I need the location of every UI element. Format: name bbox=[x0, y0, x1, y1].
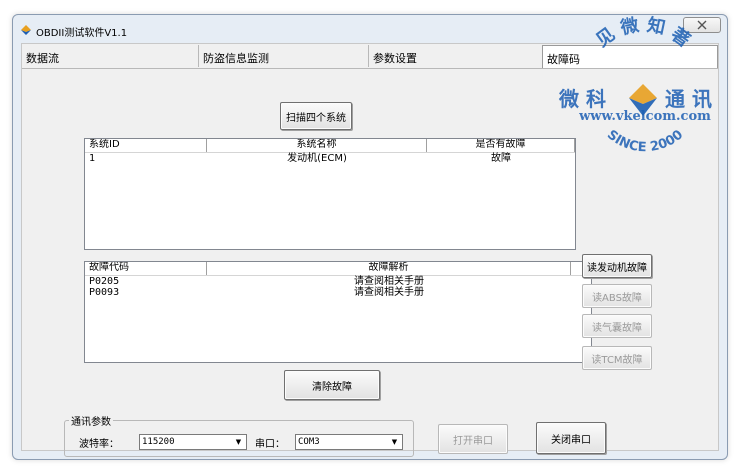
table-cell: P0093 bbox=[89, 287, 120, 298]
table-cell: 故障 bbox=[491, 153, 511, 164]
baud-rate-label: 波特率： bbox=[79, 439, 119, 450]
column-header[interactable]: 故障解析 bbox=[207, 262, 571, 275]
tab-parameter-settings[interactable]: 参数设置 bbox=[368, 45, 542, 67]
watermark-left-text: 微 科 bbox=[558, 87, 606, 111]
table-cell: P0205 bbox=[89, 276, 120, 287]
systems-table-header: 系统ID 系统名称 是否有故障 bbox=[85, 139, 575, 153]
chevron-down-icon[interactable]: ▼ bbox=[387, 435, 402, 449]
close-port-button[interactable]: 关闭串口 bbox=[536, 422, 606, 454]
table-cell: 请查阅相关手册 bbox=[354, 276, 424, 287]
table-cell: 请查阅相关手册 bbox=[354, 287, 424, 298]
scan-systems-button[interactable]: 扫描四个系统 bbox=[280, 102, 352, 130]
serial-port-label: 串口： bbox=[255, 439, 285, 450]
table-cell: 发动机(ECM) bbox=[287, 153, 347, 164]
chevron-down-icon[interactable]: ▼ bbox=[231, 435, 246, 449]
fault-codes-table-header: 故障代码 故障解析 bbox=[85, 262, 591, 276]
watermark-right-text: 通 讯 bbox=[665, 87, 712, 111]
clear-faults-button[interactable]: 清除故障 bbox=[284, 370, 380, 400]
table-row[interactable]: 1 发动机(ECM) 故障 bbox=[85, 153, 575, 164]
open-port-button[interactable]: 打开串口 bbox=[438, 424, 508, 454]
read-airbag-faults-button[interactable]: 读气囊故障 bbox=[582, 314, 652, 338]
watermark-since: SINCE 2000 bbox=[604, 127, 686, 155]
watermark-url: www.vkelcom.com bbox=[578, 109, 711, 124]
read-abs-faults-button[interactable]: 读ABS故障 bbox=[582, 284, 652, 308]
serial-port-select[interactable]: COM3 ▼ bbox=[295, 434, 403, 450]
fault-codes-table[interactable]: 故障代码 故障解析 P0205 请查阅相关手册 P0093 请查阅相关手册 bbox=[84, 261, 592, 363]
company-watermark: 见 微 知 著 微 科 通 讯 www.vkelcom.com SINCE 20… bbox=[558, 14, 712, 155]
systems-table[interactable]: 系统ID 系统名称 是否有故障 1 发动机(ECM) 故障 bbox=[84, 138, 576, 250]
comm-params-group: 通讯参数 波特率： 115200 ▼ 串口： COM3 ▼ bbox=[64, 413, 414, 457]
window-title: OBDII测试软件V1.1 bbox=[36, 28, 128, 39]
column-header[interactable]: 系统名称 bbox=[207, 139, 427, 152]
serial-port-value: COM3 bbox=[298, 437, 320, 447]
comm-params-title: 通讯参数 bbox=[69, 413, 113, 428]
tab-immobilizer-monitor[interactable]: 防盗信息监测 bbox=[198, 45, 368, 67]
read-engine-faults-button[interactable]: 读发动机故障 bbox=[582, 254, 652, 278]
table-cell: 1 bbox=[89, 153, 96, 164]
table-row[interactable]: P0093 请查阅相关手册 bbox=[85, 287, 591, 298]
table-row[interactable]: P0205 请查阅相关手册 bbox=[85, 276, 591, 287]
baud-rate-select[interactable]: 115200 ▼ bbox=[139, 434, 247, 450]
svg-text:见 微 知 著: 见 微 知 著 bbox=[592, 14, 694, 51]
read-tcm-faults-button[interactable]: 读TCM故障 bbox=[582, 346, 652, 370]
column-header[interactable]: 故障代码 bbox=[85, 262, 207, 275]
baud-rate-value: 115200 bbox=[142, 437, 175, 447]
app-logo-icon bbox=[21, 25, 31, 35]
svg-text:SINCE 2000: SINCE 2000 bbox=[604, 127, 686, 155]
watermark-top-text: 见 微 知 著 bbox=[592, 14, 694, 51]
column-header[interactable]: 系统ID bbox=[85, 139, 207, 152]
column-header[interactable]: 是否有故障 bbox=[427, 139, 575, 152]
tab-data-stream[interactable]: 数据流 bbox=[22, 45, 198, 67]
